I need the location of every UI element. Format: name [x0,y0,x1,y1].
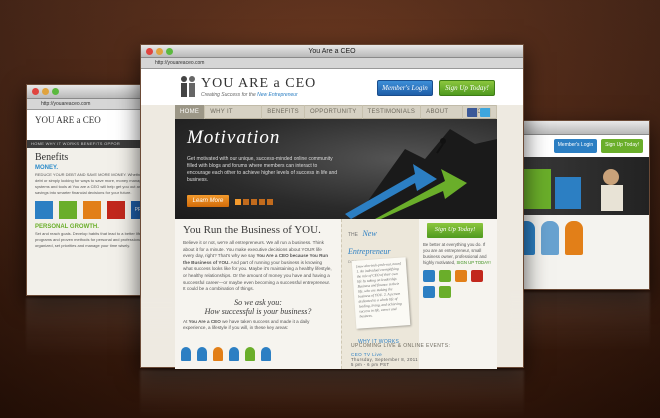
logo-title: YOU ARE a CEO [201,76,317,91]
area-icon [455,270,467,282]
site-logo[interactable]: YOU ARE a CEO Creating Success for the N… [201,76,316,98]
window-title: You Are a CEO [308,48,356,55]
logo-figures-icon [181,76,195,97]
right-hero-art [521,169,623,211]
nav-home[interactable]: HOME [175,105,206,119]
area-icon-grid [423,270,483,298]
area-icon [439,286,451,298]
slide-dot[interactable] [235,199,241,205]
person-icon [229,347,239,361]
content-area: You Run the Business of YOU. Believe it … [175,219,497,369]
benefit-icon-green [59,201,77,219]
nav-testimonials[interactable]: TESTIMONIALS [363,105,422,119]
minimize-button [156,48,163,55]
sign-up-today-button[interactable]: Sign Up Today! [427,223,483,238]
right-header: Member's Login Sign Up Today! [511,135,649,157]
right-signup-button[interactable]: Sign Up Today! [601,139,643,153]
right-figures [511,215,649,261]
right-login-button[interactable]: Member's Login [553,139,598,153]
facebook-icon[interactable] [467,108,478,117]
right-window-titlebar [511,121,649,135]
definition-header: THE New Entrepreneur [348,229,391,256]
person-icon [213,347,223,361]
main-window-titlebar: You Are a CEO [141,45,523,58]
right-window-reflection [510,292,650,352]
right-hero-image [511,157,649,215]
benefit-icon-red [107,201,125,219]
definition-note: [nuw ahn-truh-pruh-nur, noun] 1. An indi… [351,257,411,329]
sign-up-button[interactable]: Sign Up Today! [439,80,495,96]
logo-tagline: Creating Success for the New Entrepreneu… [201,92,298,98]
right-browser-window: Member's Login Sign Up Today! [510,120,650,290]
event-time: 5 pm - 6 pm PST [351,362,390,367]
section-title: You Run the Business of YOU. [183,224,321,236]
intro-column: You Run the Business of YOU. Believe it … [175,219,341,369]
benefit-icon-orange [83,201,101,219]
window-reflection [140,370,524,418]
close-button [146,48,153,55]
intro-paragraph: Believe it or not, we're all entrepreneu… [183,240,332,292]
slide-dot[interactable] [243,199,249,205]
area-icon [439,270,451,282]
site-header: YOU ARE a CEO Creating Success for the N… [141,69,523,105]
left-logo: YOU ARE a CEO [35,115,101,125]
nav-about-us[interactable]: ABOUT US [421,105,464,129]
address-bar[interactable]: http://youareaceo.com [141,58,523,69]
zoom-button [166,48,173,55]
benefit-icon-blue [35,201,53,219]
upcoming-events: UPCOMING LIVE & ONLINE EVENTS: CEO TV Li… [341,343,497,367]
person-icon [181,347,191,361]
hero-banner: Motivation Get motivated with our unique… [175,119,497,219]
area-icon [423,286,435,298]
ask-heading: So we ask you: How successful is your bu… [204,297,312,316]
area-icon [423,270,435,282]
key-area-icons [181,347,271,361]
person-icon [197,347,207,361]
twitter-icon[interactable] [480,108,491,117]
hero-text: Get motivated with our unique, success-m… [187,156,338,183]
member-login-button[interactable]: Member's Login [377,80,433,96]
learn-more-button[interactable]: Learn More [187,195,229,207]
key-areas-paragraph: At You Are a CEO we have taken success a… [183,318,310,331]
signup-text: Be better at everything you do. If you a… [423,242,491,265]
nav-why-it-works[interactable]: WHY IT WORKS [205,105,263,129]
upcoming-title: UPCOMING LIVE & ONLINE EVENTS: [351,343,451,349]
signup-link[interactable]: SIGN UP TODAY! [456,260,490,265]
slider-dots [235,199,273,205]
person-icon [261,347,271,361]
person-icon [245,347,255,361]
area-icon [471,270,483,282]
nav-benefits[interactable]: BENEFITS [262,105,305,119]
slide-dot[interactable] [267,199,273,205]
left-window-reflection [26,298,174,358]
main-browser-window: You Are a CEO http://youareaceo.com YOU … [140,44,524,369]
slide-dot[interactable] [251,199,257,205]
nav-opportunity[interactable]: OPPORTUNITY [305,105,363,119]
hero-title: Motivation [187,127,281,148]
social-links [467,108,491,117]
slide-dot[interactable] [259,199,265,205]
main-nav: HOME WHY IT WORKS BENEFITS OPPORTUNITY T… [175,105,497,129]
